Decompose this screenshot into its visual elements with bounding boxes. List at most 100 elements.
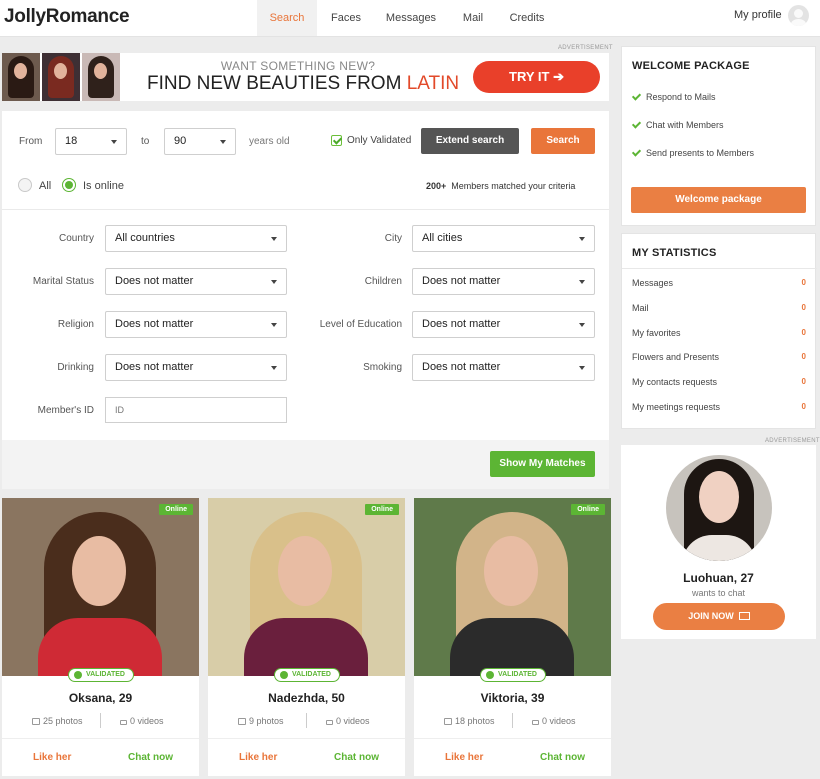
stats-divider [622,268,817,269]
chat-now-button[interactable]: Chat now [128,752,173,763]
profile-card[interactable]: Online VALIDATED Oksana, 29 25 photos 0 … [2,498,199,776]
match-count-text: 200+ Members matched your criteria [426,181,575,191]
smoking-select[interactable]: Does not matter [412,354,595,381]
promo-banner[interactable]: WANT SOMETHING NEW? FIND NEW BEAUTIES FR… [2,53,609,101]
marital-status-select[interactable]: Does not matter [105,268,287,295]
photos-count[interactable]: 9 photos [238,716,284,726]
welcome-package-panel: WELCOME PACKAGE Respond to Mails Chat wi… [621,46,816,226]
photos-count[interactable]: 18 photos [444,716,495,726]
stat-row-contacts[interactable]: My contacts requests 0 [632,377,806,387]
videos-count[interactable]: 0 videos [120,716,164,726]
promo-avatar[interactable] [666,455,772,561]
welcome-item-text: Send presents to Members [646,148,755,158]
banner-photo-3 [82,53,120,101]
nav-faces[interactable]: Faces [317,0,375,36]
age-to-select[interactable]: 90 [164,128,236,155]
nav-messages[interactable]: Messages [375,0,447,36]
profile-name[interactable]: Nadezhda, 50 [208,691,405,705]
stat-row-flowers[interactable]: Flowers and Presents 0 [632,352,806,362]
profile-name[interactable]: Oksana, 29 [2,691,199,705]
show-my-matches-button[interactable]: Show My Matches [490,451,595,477]
stat-row-messages[interactable]: Messages 0 [632,278,806,288]
stat-value: 0 [801,303,806,312]
stat-row-mail[interactable]: Mail 0 [632,303,806,313]
city-select[interactable]: All cities [412,225,595,252]
chat-promo-card[interactable]: Luohuan, 27 wants to chat JOIN NOW [621,445,816,639]
filter-divider [2,209,609,210]
country-label: Country [58,233,94,244]
my-profile-link[interactable]: My profile [734,0,782,36]
validated-badge: VALIDATED [480,668,546,682]
welcome-package-button[interactable]: Welcome package [631,187,806,213]
profile-photo[interactable]: Online [208,498,405,676]
stat-label: Messages [632,278,674,288]
country-select[interactable]: All countries [105,225,287,252]
children-select[interactable]: Does not matter [412,268,595,295]
search-button[interactable]: Search [531,128,595,154]
chat-now-button[interactable]: Chat now [540,752,585,763]
chevron-down-icon [111,140,117,144]
age-from-select[interactable]: 18 [55,128,127,155]
radio-is-online[interactable] [62,178,76,192]
photo-icon [238,718,246,725]
age-to-value: 90 [174,135,187,147]
card-divider [2,738,199,739]
chevron-down-icon [579,237,585,241]
card-divider [414,738,611,739]
site-logo[interactable]: JollyRomance [4,6,130,28]
check-icon [631,147,642,157]
advertisement-label: ADVERTISEMENT [765,438,820,444]
profile-card[interactable]: Online VALIDATED Nadezhda, 50 9 photos 0… [208,498,405,776]
profile-photo[interactable]: Online [414,498,611,676]
education-select[interactable]: Does not matter [412,311,595,338]
city-value: All cities [422,232,463,244]
like-her-button[interactable]: Like her [33,752,71,763]
chevron-down-icon [220,140,226,144]
radio-all-label[interactable]: All [39,180,51,192]
stat-label: Mail [632,303,649,313]
nav-mail[interactable]: Mail [447,0,499,36]
member-id-input[interactable] [105,397,287,423]
extend-search-button[interactable]: Extend search [421,128,519,154]
chevron-down-icon [271,237,277,241]
religion-select[interactable]: Does not matter [105,311,287,338]
stat-row-favorites[interactable]: My favorites 0 [632,328,806,338]
only-validated-label[interactable]: Only Validated [347,135,411,146]
welcome-item-text: Chat with Members [646,120,724,130]
search-filter-panel [2,111,609,489]
stat-value: 0 [801,352,806,361]
only-validated-checkbox[interactable] [331,135,342,146]
banner-photo-1 [2,53,40,101]
videos-count-text: 0 videos [336,716,370,726]
videos-count[interactable]: 0 videos [326,716,370,726]
stat-label: My meetings requests [632,402,721,412]
stat-label: My contacts requests [632,377,718,387]
chat-now-button[interactable]: Chat now [334,752,379,763]
join-now-label: JOIN NOW [688,611,734,621]
country-value: All countries [115,232,175,244]
stat-row-meetings[interactable]: My meetings requests 0 [632,402,806,412]
radio-all[interactable] [18,178,32,192]
video-icon [532,720,539,725]
try-it-button[interactable]: TRY IT ➔ [473,61,600,93]
radio-is-online-label[interactable]: Is online [83,180,124,192]
like-her-button[interactable]: Like her [445,752,483,763]
religion-label: Religion [57,319,94,330]
like-her-button[interactable]: Like her [239,752,277,763]
profile-name[interactable]: Viktoria, 39 [414,691,611,705]
card-divider [208,738,405,739]
drinking-select[interactable]: Does not matter [105,354,287,381]
age-to-label: to [141,136,150,147]
nav-search[interactable]: Search [257,0,317,36]
online-badge: Online [159,504,193,515]
profile-photo[interactable]: Online [2,498,199,676]
user-avatar-icon[interactable] [788,5,809,26]
videos-count[interactable]: 0 videos [532,716,576,726]
photos-count[interactable]: 25 photos [32,716,83,726]
check-icon [631,119,642,129]
profile-card[interactable]: Online VALIDATED Viktoria, 39 18 photos … [414,498,611,776]
marital-status-value: Does not matter [115,275,194,287]
nav-credits[interactable]: Credits [499,0,555,36]
join-now-button[interactable]: JOIN NOW [653,603,785,630]
marital-status-label: Marital Status [32,276,94,287]
